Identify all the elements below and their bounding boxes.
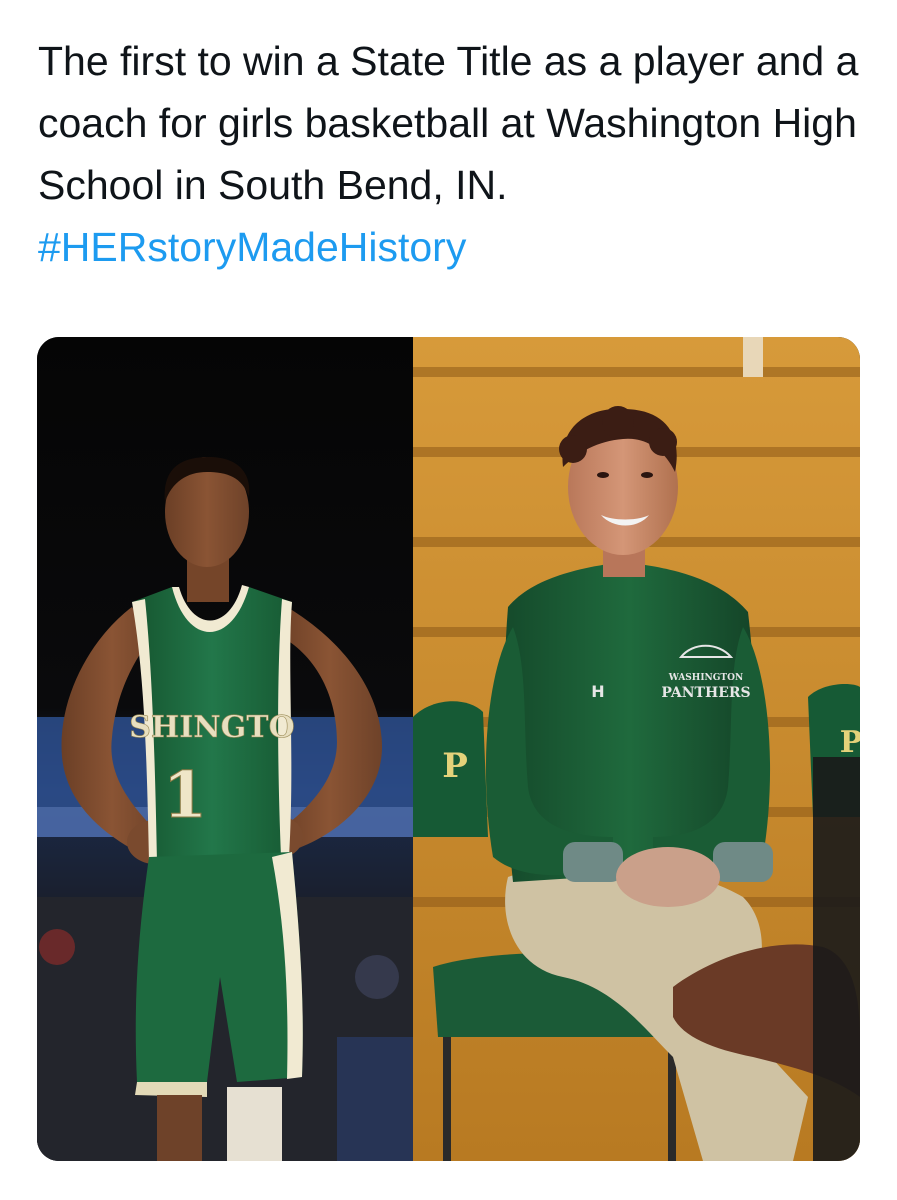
tweet-text: The first to win a State Title as a play… — [38, 30, 868, 278]
jersey-lettering: SHINGTO — [129, 710, 295, 745]
chair-lettering-left: P — [442, 746, 468, 786]
coach-photo[interactable]: P P H WASHINGTON PANTHERS — [413, 337, 860, 1161]
tweet-body: The first to win a State Title as a play… — [38, 38, 859, 208]
brand-logo-icon: H — [591, 682, 604, 701]
logo-line2: PANTHERS — [661, 685, 750, 701]
tweet-media[interactable]: SHINGTO 1 P P H WASHINGTON PANTHERS — [37, 337, 860, 1161]
logo-line1: WASHINGTON — [668, 673, 743, 683]
player-photo-illustration: SHINGTO 1 — [37, 337, 413, 1161]
jersey-number: 1 — [163, 758, 208, 833]
hashtag-link[interactable]: #HERstoryMadeHistory — [38, 224, 466, 270]
chair-lettering-right: P — [840, 725, 860, 760]
coach-photo-illustration: P P H WASHINGTON PANTHERS — [413, 337, 860, 1161]
player-photo[interactable]: SHINGTO 1 — [37, 337, 413, 1161]
